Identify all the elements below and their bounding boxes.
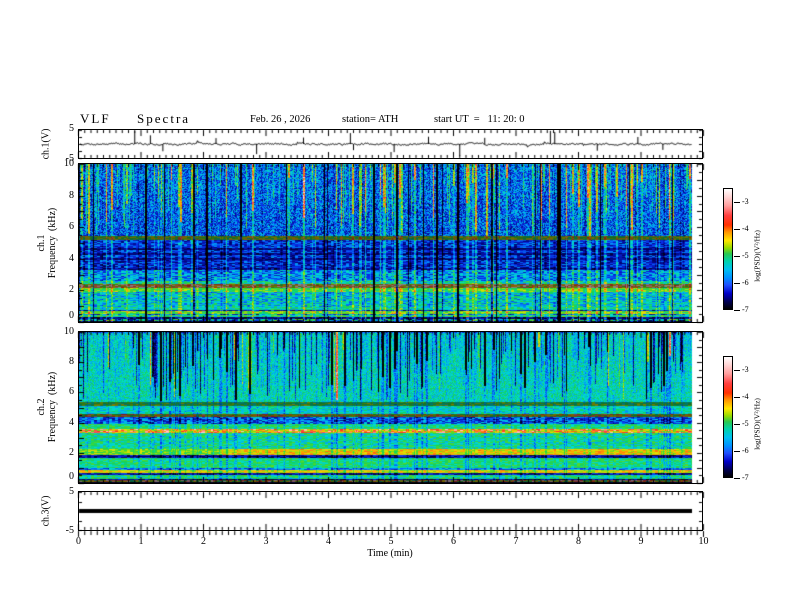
colorbar-1-tick--6: -6 [742, 278, 749, 287]
ch1f-tick-2: 2 [69, 284, 74, 296]
ch3-waveform-panel [78, 491, 703, 531]
colorbar-1 [723, 188, 733, 310]
ch1-spectrogram-canvas [79, 164, 702, 322]
colorbar-2-tick--3: -3 [742, 365, 749, 374]
ch3v-tick--5: -5 [65, 524, 74, 536]
colorbar-2-tick--7: -7 [742, 473, 749, 482]
ch1f-tick-0: 0 [69, 310, 74, 321]
page-title: VLF Spectra [80, 111, 191, 126]
time-tick-4: 4 [326, 536, 331, 547]
colorbar-1-tick-mark [734, 310, 740, 311]
colorbar-2-label: log(PSD)(V²/Hz) [752, 398, 762, 450]
time-tick-3: 3 [263, 536, 269, 547]
ch2f-tick-6: 6 [69, 386, 74, 398]
date-label: Feb. 26 , 2026 [250, 114, 311, 125]
ch1f-tick-4: 4 [69, 252, 74, 264]
ch2-spectrogram-panel [78, 331, 703, 484]
ch1v-tick-5: 5 [69, 123, 74, 134]
colorbar-2-tick-mark [734, 478, 740, 479]
colorbar-1-tick-mark [734, 256, 740, 257]
colorbar-1-tick--3: -3 [742, 197, 749, 206]
ch2f-axis-label-line1: ch.2 [36, 398, 47, 416]
time-tick-8: 8 [576, 536, 581, 547]
time-tick-7: 7 [513, 536, 519, 547]
start-ut-label: start UT = 11: 20: 0 [434, 114, 525, 125]
colorbar-1-tick--5: -5 [742, 251, 749, 260]
time-tick-9: 9 [638, 536, 644, 547]
colorbar-1-tick-mark [734, 283, 740, 284]
ch3v-tick-5: 5 [69, 485, 74, 497]
vlf-spectra-figure: VLF Spectra Feb. 26 , 2026 station= ATH … [0, 0, 792, 612]
ch2f-tick-0: 0 [69, 471, 74, 482]
ch1-spectrogram-panel [78, 163, 703, 323]
colorbar-1-tick--4: -4 [742, 224, 749, 233]
colorbar-1-label: log(PSD)(V²/Hz) [752, 230, 762, 282]
colorbar-2-tick--5: -5 [742, 419, 749, 428]
ch2f-tick-2: 2 [69, 446, 74, 458]
ch1f-tick-6: 6 [69, 221, 74, 233]
ch2-spectrogram-canvas [79, 332, 702, 483]
colorbar-2 [723, 356, 733, 478]
time-tick-10: 10 [698, 536, 709, 547]
ch1f-tick-10: 10 [64, 158, 74, 169]
ch1f-axis-label: ch.1 Frequency (kHz) [36, 208, 58, 279]
ch1f-axis-label-line2: Frequency (kHz) [47, 207, 58, 279]
colorbar-2-tick--4: -4 [742, 392, 749, 401]
colorbar-2-tick-mark [734, 397, 740, 398]
ch2f-axis-label: ch.2 Frequency (kHz) [36, 372, 58, 443]
colorbar-2-tick-mark [734, 451, 740, 452]
time-tick-5: 5 [388, 536, 394, 547]
colorbar-1-tick-mark [734, 229, 740, 230]
colorbar-2-tick-mark [734, 370, 740, 371]
station-label: station= ATH [342, 114, 399, 125]
time-tick-1: 1 [138, 536, 144, 547]
time-tick-2: 2 [201, 536, 206, 547]
time-axis-label: Time (min) [367, 548, 413, 559]
ch2f-tick-8: 8 [69, 356, 74, 368]
ch1f-axis-label-line1: ch.1 [36, 234, 47, 252]
ch2f-axis-label-line2: Frequency (kHz) [47, 371, 58, 443]
colorbar-1-tick--7: -7 [742, 305, 749, 314]
colorbar-2-tick-mark [734, 424, 740, 425]
ch1f-tick-8: 8 [69, 189, 74, 201]
ch3v-axis-label: ch.3(V) [40, 495, 52, 527]
ch2f-tick-10: 10 [64, 326, 74, 337]
time-tick-6: 6 [451, 536, 456, 547]
colorbar-2-tick--6: -6 [742, 446, 749, 455]
time-tick-0: 0 [76, 536, 81, 547]
colorbar-1-tick-mark [734, 202, 740, 203]
ch2f-tick-4: 4 [69, 416, 74, 428]
ch1-waveform-panel [78, 129, 703, 159]
